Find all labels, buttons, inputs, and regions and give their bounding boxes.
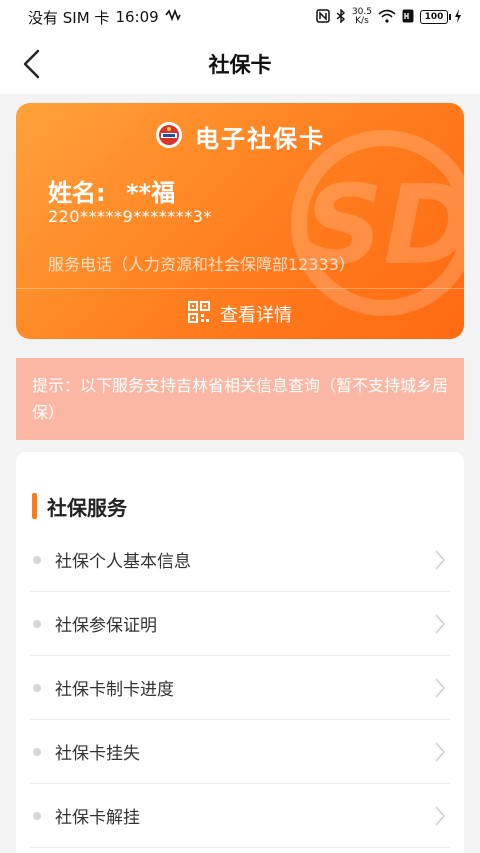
id-number: 220*****9*******3* xyxy=(48,207,212,226)
service-item-card-progress[interactable]: 社保卡制卡进度 xyxy=(30,656,450,720)
bullet-dot-icon xyxy=(33,619,41,628)
carrier-text: 没有 SIM 卡 xyxy=(28,8,110,27)
bluetooth-icon xyxy=(336,7,346,26)
qr-code-icon xyxy=(188,300,210,328)
vibrate-icon xyxy=(165,8,181,26)
name-label: 姓名: xyxy=(48,179,106,207)
cardholder-name-row: 姓名: **福 xyxy=(48,173,175,208)
services-panel: 社保服务 社保个人基本信息 社保参保证明 社保卡制卡进度 社保卡挂失 社保卡解挂 xyxy=(16,452,464,853)
nfc-icon xyxy=(316,8,330,26)
charging-icon xyxy=(454,8,462,26)
nav-bar: 社保卡 xyxy=(0,34,480,94)
chevron-right-icon xyxy=(435,550,446,570)
battery-indicator: 100 xyxy=(420,10,451,24)
notice-text: 提示：以下服务支持吉林省相关信息查询（暂不支持城乡居保） xyxy=(32,376,449,422)
chevron-right-icon xyxy=(435,742,446,762)
service-item-report-loss[interactable]: 社保卡挂失 xyxy=(30,720,450,784)
service-item-unblock[interactable]: 社保卡解挂 xyxy=(30,784,450,848)
clock-text: 16:09 xyxy=(115,8,159,26)
notice-banner: 提示：以下服务支持吉林省相关信息查询（暂不支持城乡居保） xyxy=(16,358,464,440)
status-right: 30.5 K/s 100 xyxy=(316,8,462,26)
net-speed: 30.5 K/s xyxy=(352,8,372,26)
service-item-basic-info[interactable]: 社保个人基本信息 xyxy=(30,528,450,592)
section-accent-bar xyxy=(32,493,37,519)
wifi-icon xyxy=(378,9,396,26)
service-item-insurance-certificate[interactable]: 社保参保证明 xyxy=(30,592,450,656)
bullet-dot-icon xyxy=(33,683,41,692)
chevron-right-icon xyxy=(435,614,446,634)
page-title: 社保卡 xyxy=(208,53,272,77)
view-details-label: 查看详情 xyxy=(220,305,292,326)
section-title-text: 社保服务 xyxy=(47,495,127,520)
service-item-label: 社保卡挂失 xyxy=(55,744,140,764)
section-title: 社保服务 xyxy=(32,492,127,520)
name-value: **福 xyxy=(125,179,176,207)
service-item-label: 社保参保证明 xyxy=(55,616,157,636)
service-item-label: 社保个人基本信息 xyxy=(55,552,191,572)
battery-level: 100 xyxy=(424,12,444,22)
card-title: 电子社保卡 xyxy=(195,125,325,153)
status-left: 没有 SIM 卡 16:09 xyxy=(28,7,181,28)
card-header: 电子社保卡 xyxy=(16,119,464,154)
view-details-button[interactable]: 查看详情 xyxy=(16,289,464,339)
chevron-left-icon xyxy=(23,49,40,79)
bullet-dot-icon xyxy=(33,747,41,756)
social-security-card: SD 电子社保卡 姓名: **福 220*****9*******3* 服务电话… xyxy=(16,103,464,339)
back-button[interactable] xyxy=(12,44,52,84)
hd-icon xyxy=(402,9,414,26)
bullet-dot-icon xyxy=(33,811,41,820)
social-security-emblem-icon xyxy=(155,121,183,153)
status-bar: 没有 SIM 卡 16:09 30.5 K/s 100 xyxy=(0,0,480,34)
chevron-right-icon xyxy=(435,806,446,826)
bullet-dot-icon xyxy=(33,555,41,564)
service-item-label: 社保卡制卡进度 xyxy=(55,680,174,700)
service-list: 社保个人基本信息 社保参保证明 社保卡制卡进度 社保卡挂失 社保卡解挂 xyxy=(30,528,450,848)
chevron-right-icon xyxy=(435,678,446,698)
net-speed-unit: K/s xyxy=(355,16,369,26)
service-phone: 服务电话（人力资源和社会保障部12333） xyxy=(48,255,355,274)
service-item-label: 社保卡解挂 xyxy=(55,808,140,828)
